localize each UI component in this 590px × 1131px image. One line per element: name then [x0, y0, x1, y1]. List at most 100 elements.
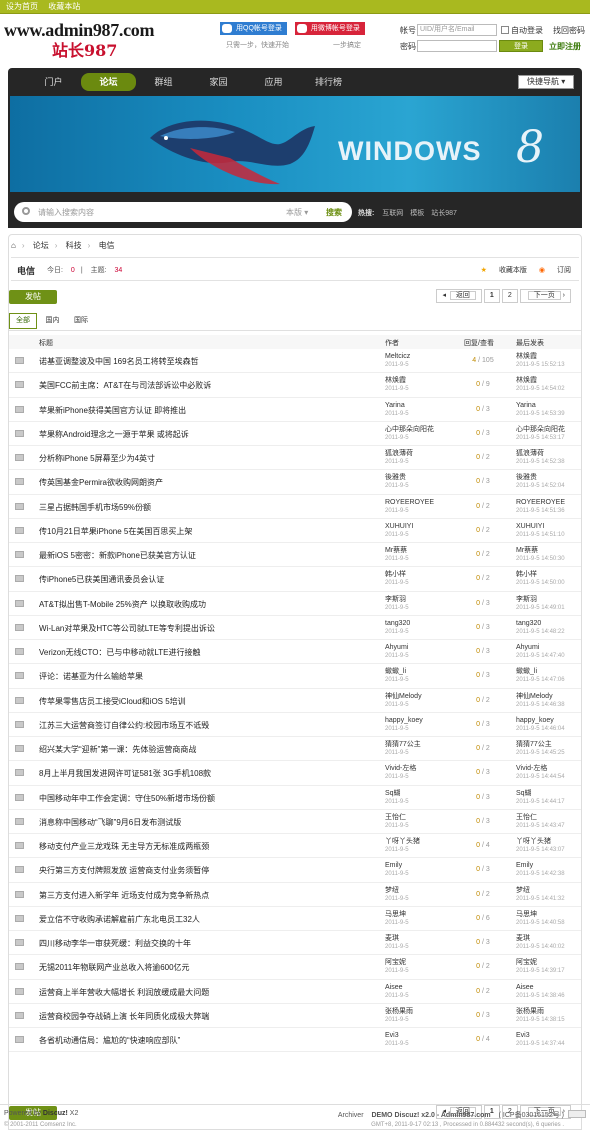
last-post-time[interactable]: 2011-9-5 14:43:47 — [516, 822, 565, 831]
last-post-user[interactable]: happy_koey — [516, 716, 565, 725]
thread-title-link[interactable]: 运营商校园争夺战硝上演 长年同质化成极大弊端 — [39, 1011, 209, 1022]
author-link[interactable]: ROYEEROYEE — [385, 498, 434, 507]
home-icon[interactable]: ⌂ — [11, 241, 16, 250]
nav-item-home[interactable]: 家园 — [191, 73, 246, 91]
last-post-user[interactable]: Sq蝴 — [516, 789, 565, 798]
last-post-time[interactable]: 2011-9-5 14:47:06 — [516, 676, 565, 685]
last-post-user[interactable]: 王怡仁 — [516, 813, 565, 822]
author-link[interactable]: 神仙Melody — [385, 692, 422, 701]
last-post-user[interactable]: Ahyumi — [516, 643, 565, 652]
thread-title-link[interactable]: 传iPhone5已获美国通讯委员会认证 — [39, 574, 164, 585]
author-link[interactable]: 丫呀丫头猪 — [385, 837, 420, 846]
thread-title-link[interactable]: 8月上半月我国发进网许可证581张 3G手机108款 — [39, 768, 211, 779]
author-link[interactable]: 後雅贵 — [385, 473, 409, 482]
author-link[interactable]: 蠍蠍_li — [385, 667, 409, 676]
thread-title-link[interactable]: 传10月21日苹果iPhone 5在美国百思买上架 — [39, 526, 192, 537]
last-post-user[interactable]: Evi3 — [516, 1031, 565, 1040]
pager-next[interactable]: 下一页 › — [519, 289, 571, 303]
author-link[interactable]: happy_koey — [385, 716, 423, 725]
last-post-user[interactable]: XUHUIYI — [516, 522, 565, 531]
last-post-time[interactable]: 2011-9-5 14:53:39 — [516, 410, 565, 419]
bookmark-link[interactable]: 收藏本站 — [48, 2, 80, 11]
nav-item-apps[interactable]: 应用 — [246, 73, 301, 91]
password-input[interactable] — [417, 40, 497, 52]
last-post-time[interactable]: 2011-9-5 14:50:00 — [516, 579, 565, 588]
author-link[interactable]: 阿宝妮 — [385, 958, 409, 967]
last-post-time[interactable]: 2011-9-5 14:38:15 — [516, 1016, 565, 1025]
hot-search-link[interactable]: 模板 — [410, 210, 424, 217]
discuz-link[interactable]: Discuz! — [43, 1110, 68, 1117]
tab-all[interactable]: 全部 — [9, 313, 37, 329]
last-post-user[interactable]: 丫呀丫头猪 — [516, 837, 565, 846]
last-post-user[interactable]: 张杨果雨 — [516, 1007, 565, 1016]
author-link[interactable]: 麦琪 — [385, 934, 409, 943]
search-scope-select[interactable]: 本版 ▾ — [286, 207, 308, 218]
hot-search-link[interactable]: 站长987 — [431, 210, 457, 217]
thread-title-link[interactable]: 美国FCC前主席：AT&T在与司法部诉讼中必败诉 — [39, 380, 211, 391]
pager-back[interactable]: ◂ 返回 — [436, 289, 482, 303]
last-post-user[interactable]: Vivid-左格 — [516, 764, 565, 773]
thread-title-link[interactable]: 苹果新iPhone获得美国官方认证 即将推出 — [39, 405, 186, 416]
last-post-user[interactable]: Emily — [516, 861, 565, 870]
author-link[interactable]: 韩小样 — [385, 570, 409, 579]
author-link[interactable]: 李斯羽 — [385, 595, 409, 604]
thread-title-link[interactable]: 四川移动李华一审获死缓：利益交换的十年 — [39, 938, 191, 949]
thread-title-link[interactable]: 绍兴某大学“迎新”第一课：先体验运营商商战 — [39, 744, 196, 755]
login-button[interactable]: 登录 — [499, 40, 543, 52]
last-post-time[interactable]: 2011-9-5 14:50:30 — [516, 555, 565, 564]
search-button[interactable]: 搜索 — [326, 207, 342, 218]
thread-title-link[interactable]: 中国移动年中工作会定调：守住50%新增市场份额 — [39, 793, 215, 804]
thread-title-link[interactable]: 央行第三方支付牌照发放 运营商支付业务须暂停 — [39, 865, 209, 876]
author-link[interactable]: Meltcicz — [385, 352, 410, 361]
nav-item-ranking[interactable]: 排行榜 — [301, 73, 356, 91]
last-post-user[interactable]: 林焕霞 — [516, 352, 565, 361]
thread-title-link[interactable]: 第三方支付进入新学年 近场支付成为竞争新热点 — [39, 890, 209, 901]
pager-page[interactable]: 2 — [501, 289, 518, 303]
auto-login-checkbox[interactable] — [501, 26, 509, 34]
last-post-time[interactable]: 2011-9-5 14:48:22 — [516, 628, 565, 637]
nav-item-forum[interactable]: 论坛 — [81, 73, 136, 91]
last-post-time[interactable]: 2011-9-5 14:47:40 — [516, 652, 565, 661]
author-link[interactable]: 梦纽 — [385, 886, 409, 895]
nav-item-groups[interactable]: 群组 — [136, 73, 191, 91]
last-post-user[interactable]: 後雅贵 — [516, 473, 565, 482]
author-link[interactable]: Ahyumi — [385, 643, 409, 652]
breadcrumb-item[interactable]: 电信 — [99, 241, 115, 250]
last-post-time[interactable]: 2011-9-5 14:44:17 — [516, 798, 565, 807]
author-link[interactable]: Mr蔡蔡 — [385, 546, 409, 555]
last-post-time[interactable]: 2011-9-5 14:43:07 — [516, 846, 565, 855]
thread-title-link[interactable]: 传英国基金Permira欲收购网朗资产 — [39, 477, 163, 488]
last-post-time[interactable]: 2011-9-5 14:52:38 — [516, 458, 565, 467]
last-post-user[interactable]: tang320 — [516, 619, 565, 628]
last-post-user[interactable]: Mr蔡蔡 — [516, 546, 565, 555]
author-link[interactable]: 张杨果雨 — [385, 1007, 413, 1016]
last-post-user[interactable]: Yarina — [516, 401, 565, 410]
last-post-time[interactable]: 2011-9-5 14:54:02 — [516, 385, 565, 394]
last-post-user[interactable]: 麦琪 — [516, 934, 565, 943]
last-post-time[interactable]: 2011-9-5 14:53:17 — [516, 434, 565, 443]
last-post-time[interactable]: 2011-9-5 14:39:17 — [516, 967, 565, 976]
breadcrumb-item[interactable]: 论坛 — [33, 241, 49, 250]
banner[interactable]: WINDOWS 8 — [10, 96, 580, 192]
author-link[interactable]: tang320 — [385, 619, 410, 628]
last-post-time[interactable]: 2011-9-5 14:46:04 — [516, 725, 565, 734]
author-link[interactable]: 猜猜77公主 — [385, 740, 421, 749]
author-link[interactable]: Sq蝴 — [385, 789, 409, 798]
recover-password-link[interactable]: 找回密码 — [553, 25, 585, 36]
thread-title-link[interactable]: 苹果称Android理念之一源于苹果 或将起诉 — [39, 429, 189, 440]
site-name[interactable]: DEMO Discuz! x2.0 - Admin987.com — [372, 1112, 491, 1119]
author-link[interactable]: 心中那朵向阳花 — [385, 425, 434, 434]
last-post-user[interactable]: 林焕霞 — [516, 376, 565, 385]
thread-title-link[interactable]: 消息称中国移动“飞聊”9月6日发布测试版 — [39, 817, 181, 828]
thread-title-link[interactable]: 诺基亚调整波及中国 169名员工将转至埃森哲 — [39, 356, 199, 367]
last-post-time[interactable]: 2011-9-5 14:37:44 — [516, 1040, 565, 1049]
author-link[interactable]: XUHUIYI — [385, 522, 413, 531]
breadcrumb-item[interactable]: 科技 — [66, 241, 82, 250]
last-post-user[interactable]: 李斯羽 — [516, 595, 565, 604]
site-logo[interactable]: www.admin987.com 站长987 — [4, 20, 155, 60]
thread-title-link[interactable]: 最新iOS 5密密：新款iPhone已获美官方认证 — [39, 550, 196, 561]
quick-nav-button[interactable]: 快捷导航 ▾ — [518, 75, 574, 89]
last-post-user[interactable]: 韩小样 — [516, 570, 565, 579]
author-link[interactable]: 狐浪薄荷 — [385, 449, 413, 458]
thread-title-link[interactable]: 江苏三大运营商签订自律公约:校园市场互不诋毁 — [39, 720, 209, 731]
